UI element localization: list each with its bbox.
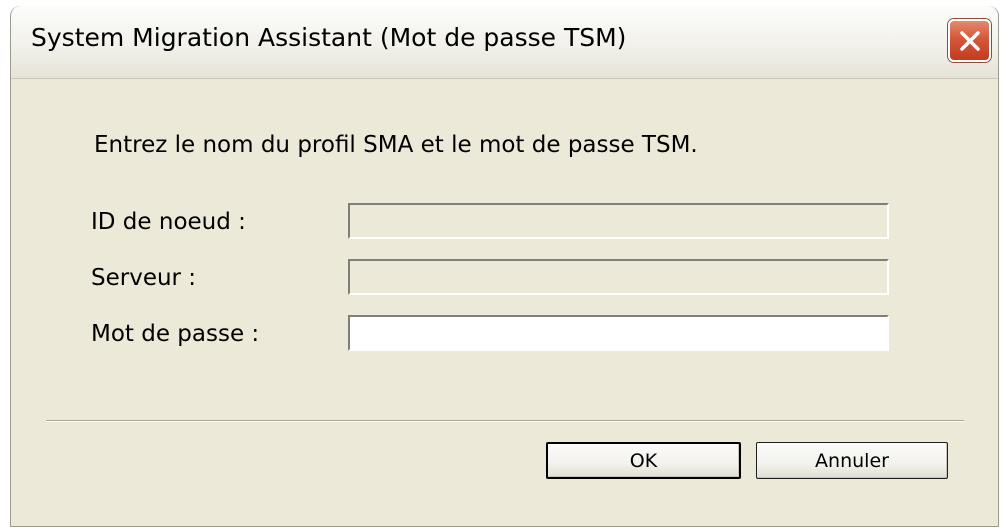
close-button[interactable] xyxy=(948,19,991,62)
close-icon xyxy=(959,30,980,51)
node-id-label: ID de noeud : xyxy=(91,209,246,235)
password-field[interactable] xyxy=(348,315,889,351)
password-label: Mot de passe : xyxy=(91,321,260,347)
title-bar[interactable]: System Migration Assistant (Mot de passe… xyxy=(11,6,998,79)
window-title: System Migration Assistant (Mot de passe… xyxy=(31,23,627,52)
dialog-window: System Migration Assistant (Mot de passe… xyxy=(10,6,999,527)
server-label: Serveur : xyxy=(91,265,197,291)
cancel-button[interactable]: Annuler xyxy=(756,442,948,479)
ok-button[interactable]: OK xyxy=(546,442,741,479)
node-id-field xyxy=(348,203,889,239)
server-field xyxy=(348,259,889,295)
instruction-text: Entrez le nom du profil SMA et le mot de… xyxy=(94,132,698,158)
separator-line xyxy=(46,420,964,422)
